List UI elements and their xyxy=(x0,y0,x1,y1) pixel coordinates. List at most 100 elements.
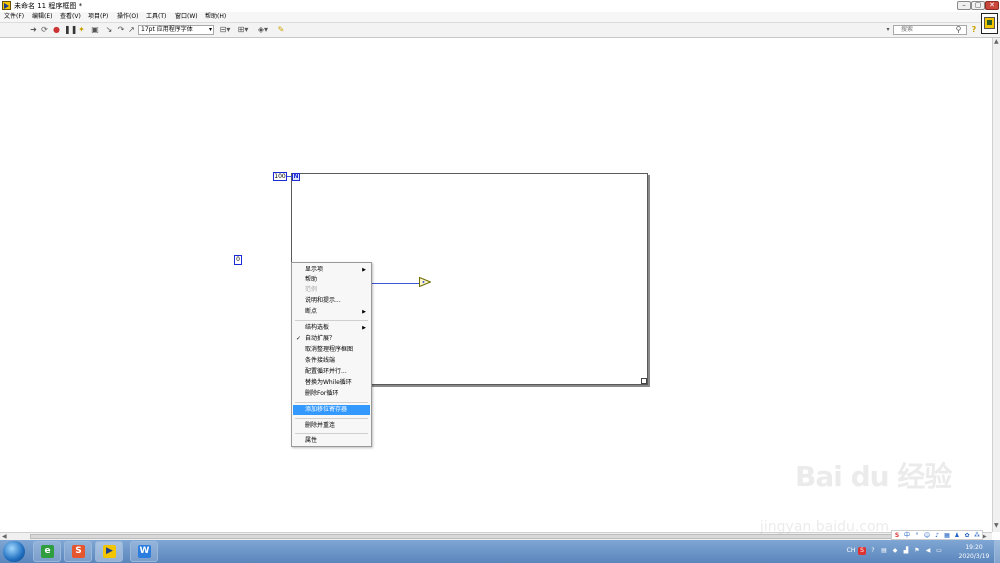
cm-item-structures-palette[interactable]: 结构选板 ▶ xyxy=(293,323,370,333)
start-button[interactable] xyxy=(3,541,25,562)
cm-item-examples: 范例 xyxy=(305,286,318,293)
close-button[interactable]: ✕ xyxy=(985,1,999,10)
menu-file[interactable]: 文件(F) xyxy=(4,12,24,22)
scroll-down-icon[interactable]: ▼ xyxy=(994,522,999,530)
flag-icon[interactable]: ⚑ xyxy=(913,547,921,555)
cm-item-auto-grow[interactable]: ✓ 自动扩展？ xyxy=(293,334,370,344)
cm-item-conditional-terminal[interactable]: 条件接线端 xyxy=(293,356,370,366)
count-terminal[interactable]: N xyxy=(292,173,300,181)
resize-handle[interactable] xyxy=(641,378,647,384)
ie-icon: e xyxy=(41,545,54,558)
cm-item-properties[interactable]: 属性 xyxy=(293,436,370,446)
align-icon[interactable]: ⊟▾ xyxy=(218,25,232,35)
chevron-down-icon: ▾ xyxy=(208,26,212,33)
battery-icon[interactable]: ▭ xyxy=(935,547,943,555)
pause-icon[interactable]: ❚❚ xyxy=(64,25,77,35)
toolbox-icon[interactable]: ⁂ xyxy=(972,531,982,540)
indicator-triangle-icon[interactable] xyxy=(419,277,431,287)
abort-icon[interactable]: ● xyxy=(52,25,61,35)
taskbar-ie[interactable]: e xyxy=(33,541,61,562)
cm-item-clean-up[interactable]: 取消整理程序框图 xyxy=(293,345,370,355)
reorder-icon[interactable]: ◈▾ xyxy=(256,25,270,35)
menu-tools[interactable]: 工具(T) xyxy=(146,12,166,22)
cm-item-description[interactable]: 说明和提示... xyxy=(293,296,370,306)
help-tray-icon[interactable]: ? xyxy=(869,547,877,555)
submenu-arrow-icon: ▶ xyxy=(362,267,366,273)
cm-item-visible-items[interactable]: 显示项 ▶ xyxy=(293,265,370,275)
font-select-label: 17pt 应用程序字体 xyxy=(141,26,193,33)
ime-mode-label[interactable]: 中 xyxy=(902,531,912,540)
distribute-icon[interactable]: ⊞▾ xyxy=(236,25,250,35)
punctuation-icon[interactable]: ° xyxy=(912,531,922,540)
sogou-icon: S xyxy=(72,545,85,558)
keyboard-icon[interactable]: ▦ xyxy=(942,531,952,540)
labview-icon: ▶ xyxy=(103,545,116,558)
cm-item-breakpoint[interactable]: 断点 ▶ xyxy=(293,307,370,317)
vi-icon[interactable] xyxy=(981,13,998,34)
numeric-constant[interactable]: 0 xyxy=(234,255,242,265)
taskbar-labview[interactable]: ▶ xyxy=(95,541,123,562)
search-options-icon[interactable]: ▾ xyxy=(884,25,892,35)
sogou-icon[interactable]: S xyxy=(892,531,902,540)
menu-view[interactable]: 查看(V) xyxy=(60,12,81,22)
cm-item-add-shift-register[interactable]: 添加移位寄存器 xyxy=(293,405,370,415)
taskbar-wps[interactable]: W xyxy=(130,541,158,562)
cm-item-parallelism[interactable]: 配置循环并行... xyxy=(293,367,370,377)
sogou-tray-icon[interactable]: S xyxy=(858,547,866,555)
maximize-button[interactable]: ▢ xyxy=(971,1,985,10)
font-select[interactable]: 17pt 应用程序字体 ▾ xyxy=(138,25,214,35)
menu-project[interactable]: 项目(P) xyxy=(88,12,108,22)
step-out-icon[interactable]: ↗ xyxy=(127,25,136,35)
data-wire[interactable] xyxy=(372,283,420,284)
submenu-arrow-icon: ▶ xyxy=(362,309,366,315)
wps-icon: W xyxy=(138,545,151,558)
menu-divider xyxy=(295,433,368,434)
checkmark-icon: ✓ xyxy=(296,335,302,342)
menu-edit[interactable]: 编辑(E) xyxy=(32,12,52,22)
tray-lang[interactable]: CH xyxy=(846,547,856,555)
step-over-icon[interactable]: ↷ xyxy=(116,25,126,35)
help-icon[interactable]: ? xyxy=(970,25,978,35)
microphone-icon[interactable]: ♪ xyxy=(932,531,942,540)
search-icon[interactable]: ⚲ xyxy=(954,25,963,35)
labview-app-icon[interactable] xyxy=(2,1,11,10)
menu-operate[interactable]: 操作(O) xyxy=(117,12,138,22)
show-desktop-button[interactable] xyxy=(994,540,1000,563)
network-icon[interactable]: ▤ xyxy=(880,547,888,555)
window-title: 未命名 11 程序框图 * xyxy=(14,2,83,10)
step-into-icon[interactable]: ↘ xyxy=(104,25,114,35)
skin-icon[interactable]: ✿ xyxy=(962,531,972,540)
highlight-execution-icon[interactable]: ✦ xyxy=(77,25,86,35)
submenu-arrow-icon: ▶ xyxy=(362,325,366,331)
watermark-logo: Bai du 经验 xyxy=(795,460,952,493)
loop-count-constant[interactable]: 100 xyxy=(273,172,287,181)
menu-bar: 文件(F) 编辑(E) 查看(V) 项目(P) 操作(O) 工具(T) 窗口(W… xyxy=(0,12,1000,23)
watermark-url: jingyan.baidu.com xyxy=(760,519,890,535)
toolbar: ➜ ⟳ ● ❚❚ ✦ ▣ ↘ ↷ ↗ 17pt 应用程序字体 ▾ ⊟▾ ⊞▾ ◈… xyxy=(0,23,1000,38)
context-menu: 显示项 ▶ 帮助 范例 说明和提示... 断点 ▶ 结构选板 ▶ ✓ 自动扩展？ 取消整… xyxy=(291,262,372,447)
vertical-scrollbar[interactable]: ▲ ▼ xyxy=(992,38,1000,532)
clock-time[interactable]: 19:20 xyxy=(960,544,988,551)
clock-date[interactable]: 2020/3/19 xyxy=(954,553,994,560)
retain-wire-values-icon[interactable]: ▣ xyxy=(90,25,100,35)
emoji-icon[interactable]: ☺ xyxy=(922,531,932,540)
taskbar-sogou[interactable]: S xyxy=(64,541,92,562)
clean-up-icon[interactable]: ✎ xyxy=(275,25,287,35)
menu-window[interactable]: 窗口(W) xyxy=(175,12,198,22)
minimize-button[interactable]: – xyxy=(957,1,971,10)
menu-help[interactable]: 帮助(H) xyxy=(205,12,226,22)
signal-icon[interactable]: ▟ xyxy=(902,547,910,555)
volume-icon[interactable]: ◀ xyxy=(924,547,932,555)
cm-item-remove-for-loop[interactable]: 删除For循环 xyxy=(293,389,370,399)
cm-item-label: 显示项 xyxy=(305,266,324,273)
run-continuously-icon[interactable]: ⟳ xyxy=(40,25,49,35)
user-icon[interactable]: ♟ xyxy=(952,531,962,540)
menu-divider xyxy=(295,402,368,403)
security-icon[interactable]: ◆ xyxy=(891,547,899,555)
run-arrow-icon[interactable]: ➜ xyxy=(29,25,38,35)
cm-item-help[interactable]: 帮助 xyxy=(293,275,370,285)
scroll-up-icon[interactable]: ▲ xyxy=(994,38,999,46)
cm-item-delete-rewire[interactable]: 删除并重连 xyxy=(293,421,370,431)
cm-item-label: 结构选板 xyxy=(305,324,330,331)
cm-item-replace-while[interactable]: 替换为While循环 xyxy=(293,378,370,388)
